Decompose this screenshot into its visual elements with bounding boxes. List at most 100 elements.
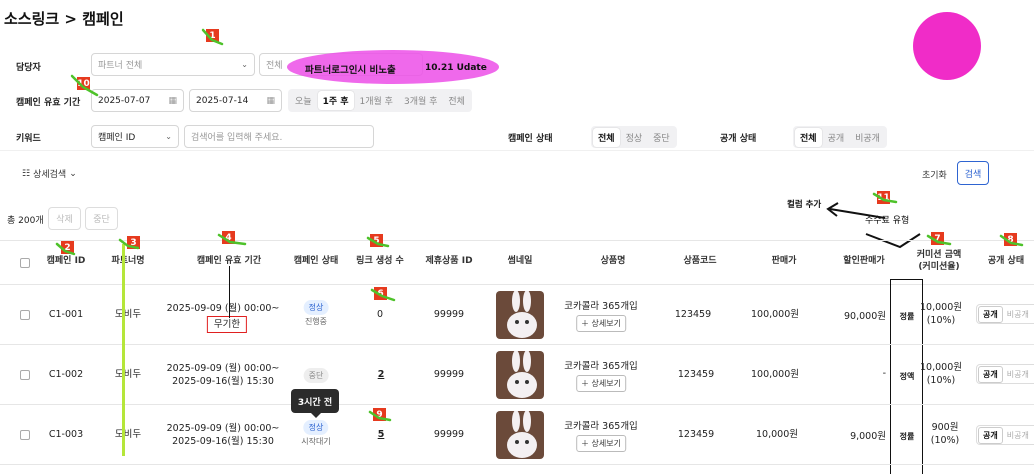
public-option-private[interactable]: 비공개	[850, 128, 885, 147]
marker-11: 11	[877, 191, 890, 204]
row-public-toggle[interactable]: 공개 비공개	[976, 425, 1034, 445]
product-thumbnail	[496, 291, 544, 339]
public-option-public[interactable]: 공개	[823, 128, 850, 147]
date-end-input[interactable]: 2025-07-14 ▦	[189, 89, 282, 112]
row-commission: 10,000원 (10%)	[920, 362, 962, 386]
row-code: 123459	[674, 309, 712, 320]
period-segment: 오늘 1주 후 1개월 후 3개월 후 전체	[288, 89, 472, 112]
total-count: 총 200개	[7, 216, 44, 226]
plus-icon: ＋	[581, 379, 589, 388]
row-price: 100,000원	[750, 309, 800, 320]
col-public[interactable]: 공개 상태	[988, 255, 1024, 267]
search-button[interactable]: 검색	[957, 161, 989, 185]
col-product-name[interactable]: 상품명	[601, 255, 626, 267]
marker-2: 2	[61, 241, 74, 254]
col-partner[interactable]: 파트너명	[111, 255, 144, 267]
status-option-all[interactable]: 전체	[593, 127, 620, 147]
chevron-down-icon: ⌄	[165, 132, 172, 141]
period-option-today[interactable]: 오늘	[290, 91, 317, 110]
row-campaign-id: C1-002	[48, 369, 84, 380]
row-public-toggle[interactable]: 공개 비공개	[976, 304, 1034, 324]
detail-button[interactable]: ＋ 상세보기	[576, 315, 626, 332]
row-public-toggle[interactable]: 공개 비공개	[976, 364, 1034, 384]
keyword-type-select[interactable]: 캠페인 ID ⌄	[91, 125, 179, 148]
marker-4: 4	[222, 231, 235, 244]
select-all-checkbox[interactable]	[20, 258, 30, 268]
calendar-icon: ▦	[266, 95, 275, 106]
row-checkbox[interactable]	[20, 370, 30, 380]
plus-icon: ＋	[581, 319, 589, 328]
date-start-input[interactable]: 2025-07-07 ▦	[91, 89, 184, 112]
row-product-name: 코카콜라 365개입 ＋ 상세보기	[564, 420, 638, 452]
col-discount[interactable]: 할인판매가	[843, 255, 884, 267]
row-product-id: 99999	[433, 309, 465, 320]
row-product-name: 코카콜라 365개입 ＋ 상세보기	[564, 360, 638, 392]
row-fee-type: 정액	[899, 372, 915, 381]
status-label: 캠페인 상태	[508, 134, 553, 144]
row-commission: 900원 (10%)	[930, 422, 960, 446]
row-status: 정상 진행중	[303, 300, 329, 328]
col-status[interactable]: 캠페인 상태	[294, 255, 339, 267]
status-option-stopped[interactable]: 중단	[648, 128, 675, 147]
keyword-input[interactable]: 검색어를 입력해 주세요.	[184, 125, 374, 148]
row-period-end: 무기한	[206, 316, 248, 333]
public-option-all[interactable]: 전체	[795, 127, 822, 147]
row-code: 123459	[677, 429, 715, 440]
row-period-end: 2025-09-16(월) 15:30	[172, 376, 274, 387]
row-fee-type: 정률	[899, 432, 915, 441]
col-price[interactable]: 판매가	[772, 255, 797, 267]
period-label: 캠페인 유효 기간	[16, 98, 81, 108]
row-links[interactable]: 5	[378, 428, 385, 441]
col-thumbnail: 썸네일	[507, 256, 533, 266]
row-discount: -	[882, 368, 886, 379]
annotation-green-line	[122, 244, 125, 456]
col-code[interactable]: 상품코드	[683, 255, 716, 267]
row-links[interactable]: 2	[378, 368, 385, 381]
col-links[interactable]: 링크 생성 수	[356, 255, 404, 267]
row-price: 10,000원	[756, 429, 798, 440]
row-discount: 9,000원	[850, 431, 886, 442]
product-thumbnail	[496, 411, 544, 459]
col-campaign-id[interactable]: 캠페인 ID	[47, 255, 86, 267]
row-code: 123459	[677, 369, 715, 380]
period-option-3month[interactable]: 3개월 후	[399, 91, 442, 110]
row-product-id: 99999	[433, 429, 465, 440]
row-links: 0	[376, 309, 384, 320]
row-product-id: 99999	[433, 369, 465, 380]
period-option-all[interactable]: 전체	[443, 91, 470, 110]
row-discount: 90,000원	[844, 311, 886, 322]
magenta-circle	[913, 12, 981, 80]
annotation-note: 파트너로그인시 비노출	[305, 65, 396, 76]
row-partner: 도비두	[114, 309, 142, 320]
tooltip-arrow	[311, 413, 321, 418]
detail-button[interactable]: ＋ 상세보기	[576, 435, 626, 452]
marker-1: 1	[206, 29, 219, 42]
manager-select[interactable]: 파트너 전체 ⌄	[91, 53, 255, 76]
delete-button[interactable]: 삭제	[48, 207, 81, 230]
page-title: 소스링크 > 캠페인	[4, 10, 124, 28]
chevron-down-icon: ⌄	[241, 60, 248, 69]
public-segment: 전체 공개 비공개	[793, 126, 887, 148]
row-campaign-id: C1-001	[48, 309, 84, 320]
annotation-line	[229, 266, 230, 318]
col-commission[interactable]: 커미션 금액 (커미션율)	[917, 249, 962, 273]
detail-button[interactable]: ＋ 상세보기	[576, 375, 626, 392]
status-option-normal[interactable]: 정상	[621, 128, 648, 147]
row-period-start: 2025-09-09 (월) 00:00~	[166, 303, 280, 314]
period-option-1week[interactable]: 1주 후	[317, 91, 354, 110]
annotation-column-add: 컬럼 추가	[787, 200, 822, 210]
calendar-icon: ▦	[168, 95, 177, 106]
row-period-end: 2025-09-16(월) 15:30	[172, 436, 274, 447]
row-checkbox[interactable]	[20, 310, 30, 320]
period-option-1month[interactable]: 1개월 후	[355, 91, 398, 110]
tooltip: 3시간 전	[291, 389, 339, 413]
stop-button[interactable]: 중단	[85, 207, 118, 230]
detail-search-toggle[interactable]: ☷ 상세검색 ⌄	[22, 167, 77, 181]
status-segment: 전체 정상 중단	[591, 126, 677, 148]
col-product-id[interactable]: 제휴상품 ID	[425, 255, 472, 267]
status-badge: 중단	[303, 368, 329, 383]
row-campaign-id: C1-003	[48, 429, 84, 440]
row-checkbox[interactable]	[20, 430, 30, 440]
reset-button[interactable]: 초기화	[922, 168, 947, 181]
marker-5: 5	[370, 234, 383, 247]
